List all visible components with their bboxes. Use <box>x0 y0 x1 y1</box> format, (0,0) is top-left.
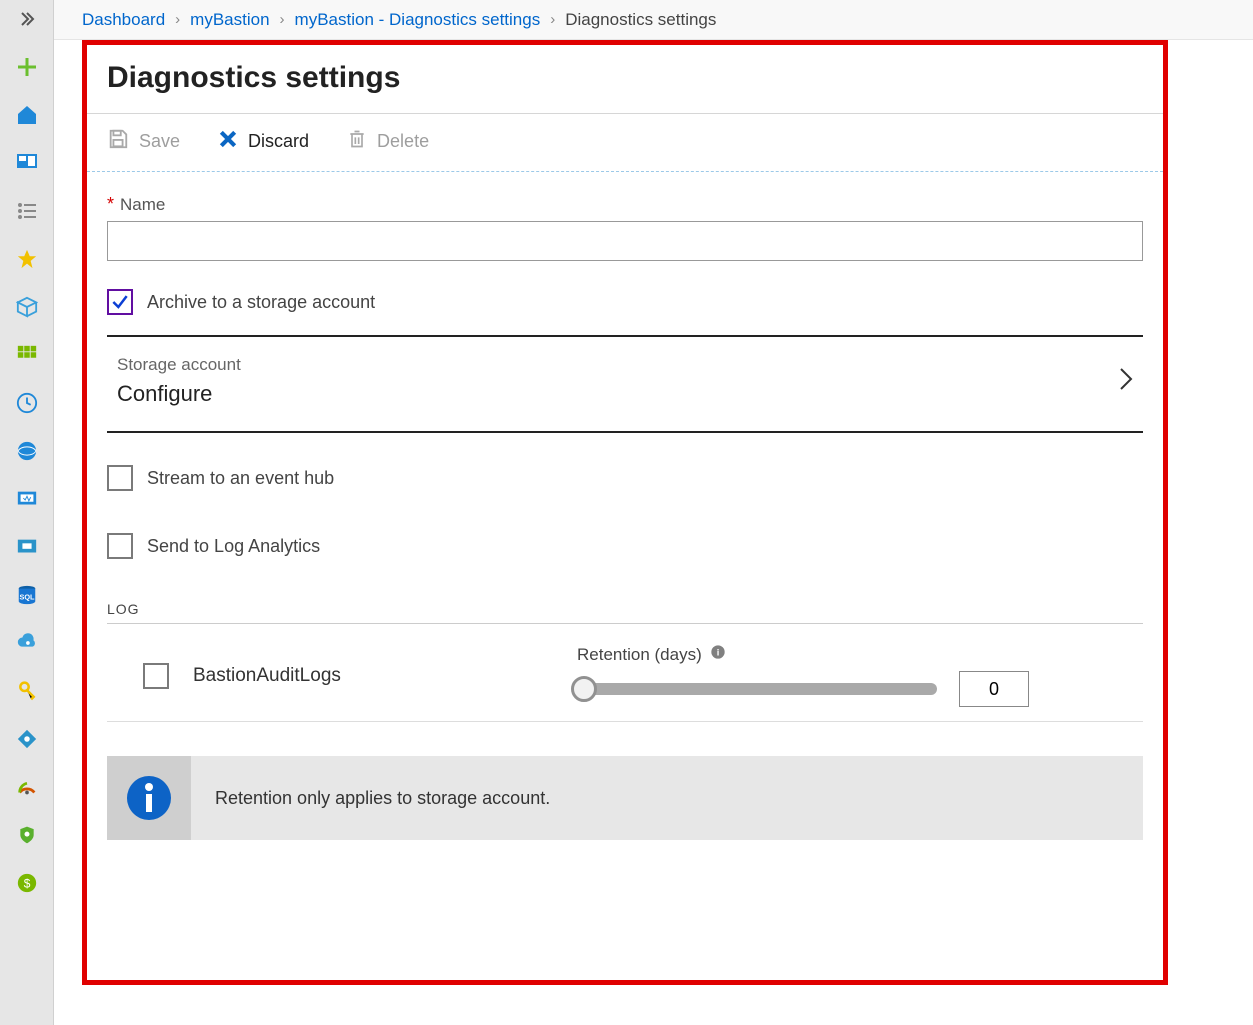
clock-icon[interactable] <box>14 390 40 416</box>
page-title: Diagnostics settings <box>107 61 1143 95</box>
monitor-icon[interactable] <box>14 486 40 512</box>
breadcrumb-dashboard[interactable]: Dashboard <box>82 10 165 30</box>
chevron-right-icon <box>1119 367 1133 395</box>
storage-account-label: Storage account <box>117 355 241 375</box>
info-icon <box>107 756 191 840</box>
save-icon <box>107 128 129 155</box>
globe-icon[interactable] <box>14 438 40 464</box>
info-icon[interactable]: i <box>710 644 726 665</box>
cost-icon[interactable]: $ <box>14 870 40 896</box>
log-section: LOG BastionAuditLogs Retention (days) i <box>107 601 1143 722</box>
log-item-checkbox[interactable] <box>143 663 169 689</box>
gauge-icon[interactable] <box>14 774 40 800</box>
archive-storage-label: Archive to a storage account <box>147 292 375 313</box>
expand-icon[interactable] <box>14 6 40 32</box>
svg-text:i: i <box>716 647 719 657</box>
favorite-icon[interactable] <box>14 246 40 272</box>
name-label: * Name <box>107 194 1143 215</box>
storage-account-value: Configure <box>117 381 241 407</box>
key-icon[interactable] <box>14 678 40 704</box>
save-label: Save <box>139 131 180 152</box>
shield-icon[interactable] <box>14 822 40 848</box>
info-message: Retention only applies to storage accoun… <box>191 788 574 809</box>
breadcrumb-current: Diagnostics settings <box>565 10 716 30</box>
storage-account-row[interactable]: Storage account Configure <box>107 337 1143 433</box>
breadcrumb-mybastion[interactable]: myBastion <box>190 10 269 30</box>
delete-label: Delete <box>377 131 429 152</box>
delete-button[interactable]: Delete <box>347 128 429 155</box>
list-icon[interactable] <box>14 198 40 224</box>
archive-storage-checkbox[interactable] <box>107 289 133 315</box>
left-nav-sidebar: SQL $ <box>0 0 54 1025</box>
cube-icon[interactable] <box>14 294 40 320</box>
send-log-analytics-checkbox[interactable] <box>107 533 133 559</box>
log-section-header: LOG <box>107 601 1143 624</box>
slider-thumb[interactable] <box>571 676 597 702</box>
stream-event-hub-label: Stream to an event hub <box>147 468 334 489</box>
grid-icon[interactable] <box>14 342 40 368</box>
retention-label: Retention (days) <box>577 645 702 665</box>
svg-text:$: $ <box>23 877 30 891</box>
main-blade: Diagnostics settings Save Discard Delete <box>82 40 1168 985</box>
breadcrumb: Dashboard › myBastion › myBastion - Diag… <box>54 0 1253 40</box>
name-input[interactable] <box>107 221 1143 261</box>
required-icon: * <box>107 194 114 215</box>
close-icon <box>218 129 238 154</box>
monitor2-icon[interactable] <box>14 534 40 560</box>
chevron-right-icon: › <box>550 11 555 28</box>
save-button[interactable]: Save <box>107 128 180 155</box>
chevron-right-icon: › <box>175 11 180 28</box>
home-icon[interactable] <box>14 102 40 128</box>
database-icon[interactable]: SQL <box>14 582 40 608</box>
retention-slider[interactable] <box>577 683 937 695</box>
log-item-name: BastionAuditLogs <box>193 665 553 687</box>
breadcrumb-diag-settings-res[interactable]: myBastion - Diagnostics settings <box>295 10 541 30</box>
cloud-gear-icon[interactable] <box>14 630 40 656</box>
chevron-right-icon: › <box>280 11 285 28</box>
retention-days-input[interactable] <box>959 671 1029 707</box>
stream-event-hub-checkbox[interactable] <box>107 465 133 491</box>
command-bar: Save Discard Delete <box>87 114 1163 172</box>
add-icon[interactable] <box>14 54 40 80</box>
trash-icon <box>347 128 367 155</box>
discard-button[interactable]: Discard <box>218 129 309 154</box>
network-icon[interactable] <box>14 726 40 752</box>
send-log-analytics-label: Send to Log Analytics <box>147 536 320 557</box>
svg-text:SQL: SQL <box>19 593 35 602</box>
discard-label: Discard <box>248 131 309 152</box>
dashboard-icon[interactable] <box>14 150 40 176</box>
info-banner: Retention only applies to storage accoun… <box>107 756 1143 840</box>
log-row: BastionAuditLogs Retention (days) i <box>107 624 1143 722</box>
